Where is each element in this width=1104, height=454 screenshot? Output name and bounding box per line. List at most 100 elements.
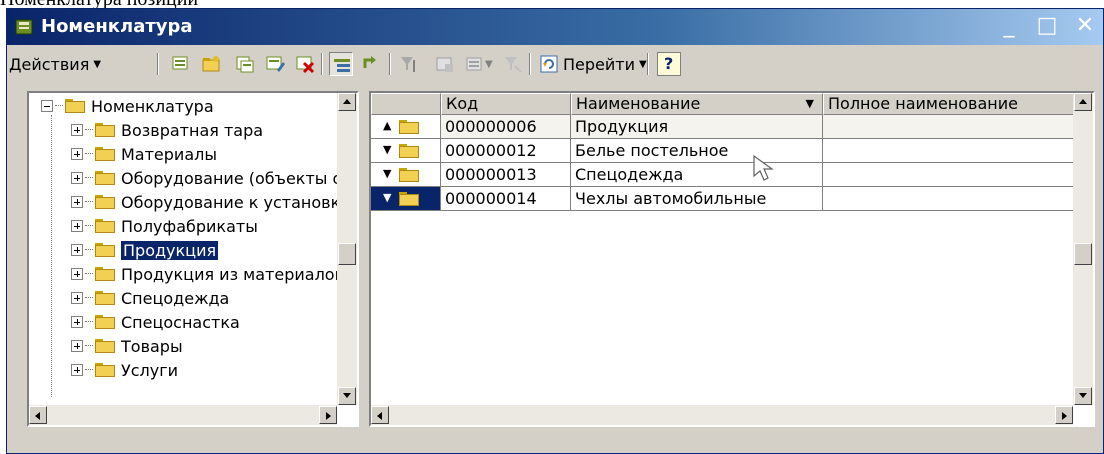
table-cell-name[interactable]: Чехлы автомобильные [571, 187, 823, 211]
table-cell-full-name[interactable] [823, 187, 1075, 211]
scroll-left-button[interactable] [371, 406, 389, 424]
table-cell-name[interactable]: Продукция [571, 115, 823, 139]
scroll-thumb[interactable] [338, 243, 356, 265]
column-header-marker[interactable] [371, 93, 441, 115]
sort-clear-icon[interactable] [501, 52, 525, 76]
expand-icon[interactable] [71, 340, 83, 352]
toolbar: Действия ▼ ▼ Перейти ▼ ? [7, 47, 1103, 81]
expand-icon[interactable] [71, 364, 83, 376]
scroll-right-button[interactable] [319, 406, 337, 424]
tree-item-label: Спецодежда [121, 288, 230, 308]
mouse-pointer-icon [753, 154, 774, 181]
filter-list-icon[interactable] [463, 52, 487, 76]
delete-icon[interactable] [293, 52, 317, 76]
expand-icon[interactable] [71, 244, 83, 256]
maximize-button[interactable]: □ [1035, 15, 1059, 37]
scroll-left-button[interactable] [29, 406, 47, 424]
close-button[interactable]: ✕ [1073, 15, 1097, 37]
tree-vertical-scrollbar[interactable] [337, 93, 357, 405]
table-cell-code[interactable]: 000000006 [441, 115, 571, 139]
tree-item[interactable]: Оборудование (объекты основных средств) [71, 167, 357, 189]
folder-icon [95, 195, 115, 209]
expand-icon[interactable] [71, 196, 83, 208]
scroll-up-button[interactable] [338, 93, 356, 111]
column-header-full-name[interactable]: Полное наименование [823, 93, 1075, 115]
row-marker-current[interactable]: ▼ [371, 187, 441, 211]
hierarchy-toggle-icon[interactable] [329, 52, 353, 76]
tree-item[interactable]: Оборудование к установке [71, 191, 350, 213]
table-cell-code[interactable]: 000000014 [441, 187, 571, 211]
tree-item[interactable]: Материалы [71, 143, 217, 165]
refresh-icon[interactable] [537, 52, 561, 76]
expand-icon[interactable] [71, 220, 83, 232]
tree-horizontal-scrollbar[interactable] [29, 405, 337, 425]
tree-root-item[interactable]: Номенклатура [41, 95, 214, 117]
table-cell-full-name[interactable] [823, 163, 1075, 187]
column-header-code[interactable]: Код [441, 93, 571, 115]
goto-menu[interactable]: Перейти ▼ [563, 51, 647, 77]
folder-icon [95, 291, 115, 305]
scroll-down-button[interactable] [1074, 387, 1092, 405]
row-marker[interactable]: ▼ [371, 163, 441, 187]
tree-item-selected[interactable]: Продукция [71, 239, 219, 261]
tree-connector-line [51, 115, 52, 397]
expand-icon[interactable] [71, 124, 83, 136]
expand-icon[interactable] [71, 148, 83, 160]
folder-tree: Номенклатура Возвратная тара Материалы О… [27, 91, 359, 427]
edit-icon[interactable] [263, 52, 287, 76]
collapse-icon[interactable] [41, 100, 53, 112]
folder-icon [95, 363, 115, 377]
tree-item[interactable]: Продукция из материалов заказчика [71, 263, 357, 285]
tree-item-label: Возвратная тара [121, 120, 264, 140]
filter-clear-icon[interactable] [433, 52, 457, 76]
items-table: Код Наименование ▼ Полное наименование ▲… [369, 91, 1095, 427]
tree-item[interactable]: Спецодежда [71, 287, 229, 309]
chevron-down-icon[interactable]: ▼ [485, 51, 493, 77]
scroll-down-button[interactable] [338, 387, 356, 405]
scroll-up-button[interactable] [1074, 93, 1092, 111]
folder-icon [95, 267, 115, 281]
folder-icon [95, 147, 115, 161]
scroll-thumb[interactable] [1074, 243, 1092, 265]
expand-icon[interactable] [71, 316, 83, 328]
expand-icon[interactable] [71, 172, 83, 184]
tree-item[interactable]: Спецоснастка [71, 311, 240, 333]
table-vertical-scrollbar[interactable] [1073, 93, 1093, 405]
scroll-right-button[interactable] [1055, 406, 1073, 424]
add-icon[interactable] [169, 52, 193, 76]
tree-item-label: Продукция [121, 240, 219, 260]
tree-item-label: Оборудование (объекты основных средств) [121, 168, 357, 188]
folder-icon [399, 168, 419, 182]
expand-icon[interactable] [71, 292, 83, 304]
table-cell-full-name[interactable] [823, 139, 1075, 163]
table-horizontal-scrollbar[interactable] [371, 405, 1073, 425]
filter-icon[interactable] [397, 52, 421, 76]
minimize-button[interactable]: _ [997, 15, 1021, 37]
table-cell-code[interactable]: 000000012 [441, 139, 571, 163]
column-header-name-label: Наименование [576, 94, 701, 113]
catalog-book-icon [15, 19, 33, 35]
folder-icon [65, 99, 85, 113]
up-level-icon[interactable] [359, 52, 383, 76]
row-marker[interactable]: ▼ [371, 139, 441, 163]
table-cell-full-name[interactable] [823, 115, 1075, 139]
column-header-name[interactable]: Наименование ▼ [571, 93, 823, 115]
tree-item-label: Услуги [121, 360, 179, 380]
tree-item[interactable]: Возвратная тара [71, 119, 263, 141]
row-marker[interactable]: ▲ [371, 115, 441, 139]
title-bar[interactable]: Номенклатура _ □ ✕ [7, 9, 1103, 45]
actions-menu[interactable]: Действия ▼ [9, 51, 101, 77]
tree-item[interactable]: Товары [71, 335, 183, 357]
help-button[interactable]: ? [657, 52, 681, 76]
tree-item[interactable]: Полуфабрикаты [71, 215, 258, 237]
tree-item-label: Продукция из материалов заказчика [121, 264, 357, 284]
folder-icon [399, 192, 419, 206]
expand-icon[interactable] [71, 268, 83, 280]
chevron-down-icon: ▼ [639, 58, 647, 70]
add-folder-icon[interactable] [199, 52, 223, 76]
table-cell-code[interactable]: 000000013 [441, 163, 571, 187]
tree-item-label: Оборудование к установке [121, 192, 351, 212]
folder-icon [95, 339, 115, 353]
tree-item[interactable]: Услуги [71, 359, 178, 381]
copy-icon[interactable] [233, 52, 257, 76]
